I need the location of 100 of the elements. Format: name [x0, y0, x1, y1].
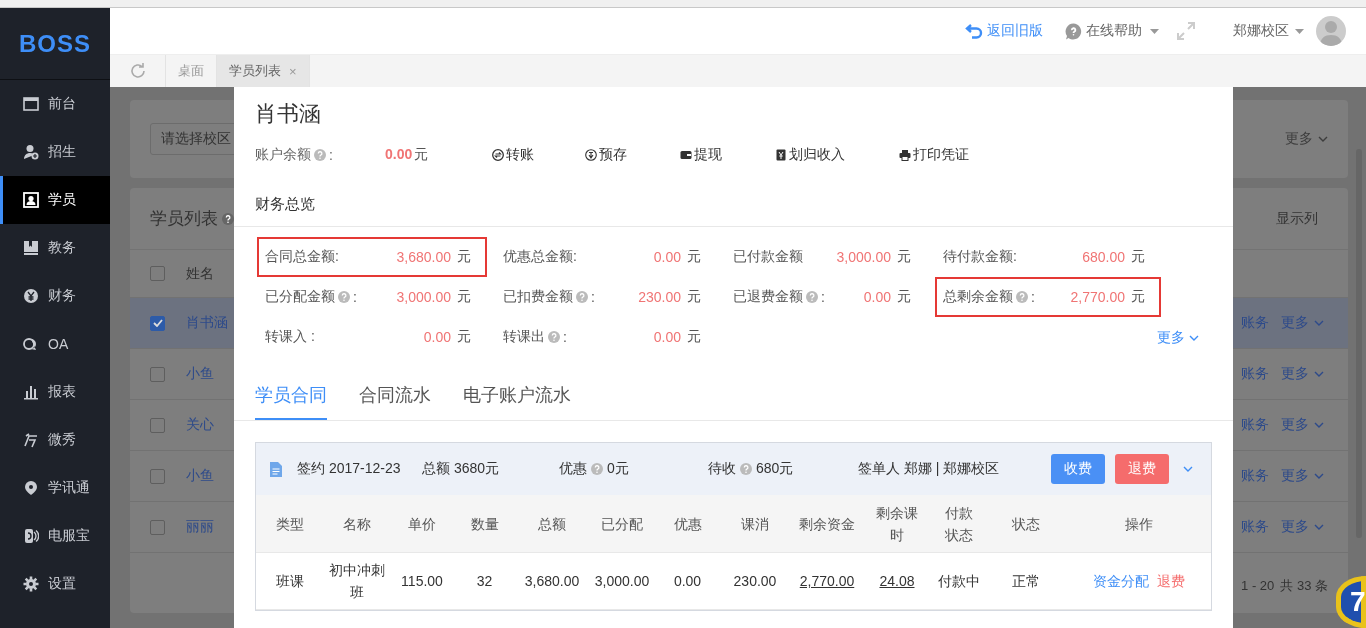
- colon: :: [563, 329, 567, 345]
- columns-button[interactable]: 显示列: [1276, 209, 1318, 228]
- sidebar-item[interactable]: 报表: [0, 368, 110, 416]
- list-title: 学员列表: [150, 208, 218, 230]
- column-header: 课消: [719, 495, 791, 553]
- section-title: 财务总览: [234, 169, 1233, 227]
- stat-label: 已扣费金额: [503, 288, 573, 306]
- stat-value: 0.00: [653, 329, 681, 345]
- sidebar-item[interactable]: 教务: [0, 224, 110, 272]
- back-link[interactable]: 返回旧版: [965, 22, 1043, 40]
- table-cell: 初中冲刺班: [323, 553, 391, 610]
- chevron-down-icon: [1314, 473, 1324, 479]
- chevron-down-icon: [1314, 320, 1324, 326]
- account-link[interactable]: 账务: [1241, 365, 1269, 383]
- logo: BOSS: [19, 29, 91, 58]
- sidebar-item[interactable]: 招生: [0, 128, 110, 176]
- account-action-link[interactable]: 划归收入: [775, 146, 899, 164]
- more-link[interactable]: 更多: [1281, 314, 1324, 332]
- bar-chart-icon: [23, 384, 39, 400]
- more-link[interactable]: 更多: [1157, 329, 1199, 347]
- help-icon: [1065, 22, 1082, 40]
- chevron-down-icon[interactable]: [1183, 466, 1193, 472]
- checkbox[interactable]: [150, 366, 165, 382]
- refund-link[interactable]: 退费: [1156, 570, 1185, 592]
- checkbox[interactable]: [150, 266, 165, 281]
- checkbox[interactable]: [150, 315, 165, 331]
- tab[interactable]: 电子账户流水: [463, 371, 571, 420]
- due-label: 待收: [708, 460, 736, 478]
- discount-label: 优惠: [559, 460, 587, 478]
- chevron-down-icon: [1189, 335, 1199, 341]
- avatar[interactable]: [1316, 16, 1346, 46]
- column-header: 操作: [1066, 495, 1211, 553]
- table-cell: 230.00: [719, 553, 791, 610]
- tab[interactable]: 合同流水: [359, 371, 431, 420]
- help-link[interactable]: 在线帮助: [1065, 22, 1142, 40]
- calendar-icon: [23, 96, 39, 112]
- sidebar-item[interactable]: 电服宝: [0, 512, 110, 560]
- page-tab[interactable]: 学员列表 ×: [217, 55, 310, 87]
- stat-value: 2,770.00: [1070, 289, 1125, 305]
- contract-date: 签约 2017-12-23: [297, 460, 401, 478]
- stat-label: 合同总金额:: [265, 248, 339, 266]
- sidebar-item[interactable]: 学讯通: [0, 464, 110, 512]
- sidebar-item[interactable]: 设置: [0, 560, 110, 608]
- student-name-link[interactable]: 丽丽: [186, 518, 214, 536]
- column-header: 剩余资金: [791, 495, 863, 553]
- sidebar-item[interactable]: OA: [0, 320, 110, 368]
- printer-icon: [899, 149, 911, 161]
- checkbox[interactable]: [150, 417, 165, 433]
- checkbox[interactable]: [150, 519, 165, 535]
- allocate-link[interactable]: 资金分配: [1092, 570, 1149, 592]
- amount-link[interactable]: 2,770.00: [791, 553, 863, 610]
- more-link[interactable]: 更多: [1281, 416, 1324, 434]
- location-pin-icon: [23, 480, 39, 496]
- checkbox[interactable]: [150, 468, 165, 484]
- stat-label: 已退费金额: [733, 288, 803, 306]
- table-cell: 3,680.00: [516, 553, 588, 610]
- account-action-link[interactable]: 打印凭证: [899, 146, 1009, 164]
- column-header: 已分配: [588, 495, 656, 553]
- campus-switcher[interactable]: 郑娜校区: [1233, 22, 1289, 40]
- student-name-link[interactable]: 小鱼: [186, 467, 214, 485]
- more-link[interactable]: 更多: [1281, 518, 1324, 536]
- due-value: 680元: [756, 460, 794, 478]
- more-link[interactable]: 更多: [1281, 467, 1324, 485]
- account-action-link[interactable]: 预存: [585, 146, 680, 164]
- more-link[interactable]: 更多: [1281, 365, 1324, 383]
- help-icon: [591, 463, 603, 475]
- discount-value: 0元: [607, 460, 629, 478]
- close-icon[interactable]: ×: [289, 63, 297, 79]
- chat-bubbles-icon: [23, 336, 39, 352]
- help-icon: [314, 149, 326, 161]
- student-name-link[interactable]: 关心: [186, 416, 214, 434]
- sidebar-item[interactable]: 前台: [0, 80, 110, 128]
- stat-value: 680.00: [1082, 249, 1125, 265]
- account-action-link[interactable]: 提现: [680, 146, 775, 164]
- contract-total: 总额 3680元: [422, 460, 500, 478]
- sidebar-item[interactable]: 财务: [0, 272, 110, 320]
- more-link[interactable]: 更多: [1285, 130, 1328, 148]
- refund-button[interactable]: 退费: [1115, 454, 1169, 484]
- charge-button[interactable]: 收费: [1051, 454, 1105, 484]
- balance-value: 0.00: [385, 146, 413, 162]
- tab[interactable]: 学员合同: [255, 371, 327, 420]
- account-link[interactable]: 账务: [1241, 416, 1269, 434]
- column-header: 姓名: [186, 264, 214, 283]
- table-cell: 115.00: [391, 553, 453, 610]
- account-action-link[interactable]: 转账: [492, 146, 585, 164]
- transfer-icon: [492, 149, 504, 161]
- student-name-link[interactable]: 小鱼: [186, 365, 214, 383]
- account-link[interactable]: 账务: [1241, 467, 1269, 485]
- unit-label: 元: [457, 328, 471, 346]
- account-link[interactable]: 账务: [1241, 314, 1269, 332]
- stat-value: 0.00: [863, 289, 891, 305]
- sidebar-item[interactable]: 微秀: [0, 416, 110, 464]
- student-name-link[interactable]: 肖书涵: [186, 314, 228, 332]
- id-card-icon: [23, 192, 39, 208]
- gear-icon: [23, 576, 39, 592]
- amount-link[interactable]: 24.08: [863, 553, 931, 610]
- account-link[interactable]: 账务: [1241, 518, 1269, 536]
- sidebar-item[interactable]: 学员: [0, 176, 110, 224]
- colon: :: [329, 147, 333, 163]
- unit-label: 元: [457, 288, 471, 306]
